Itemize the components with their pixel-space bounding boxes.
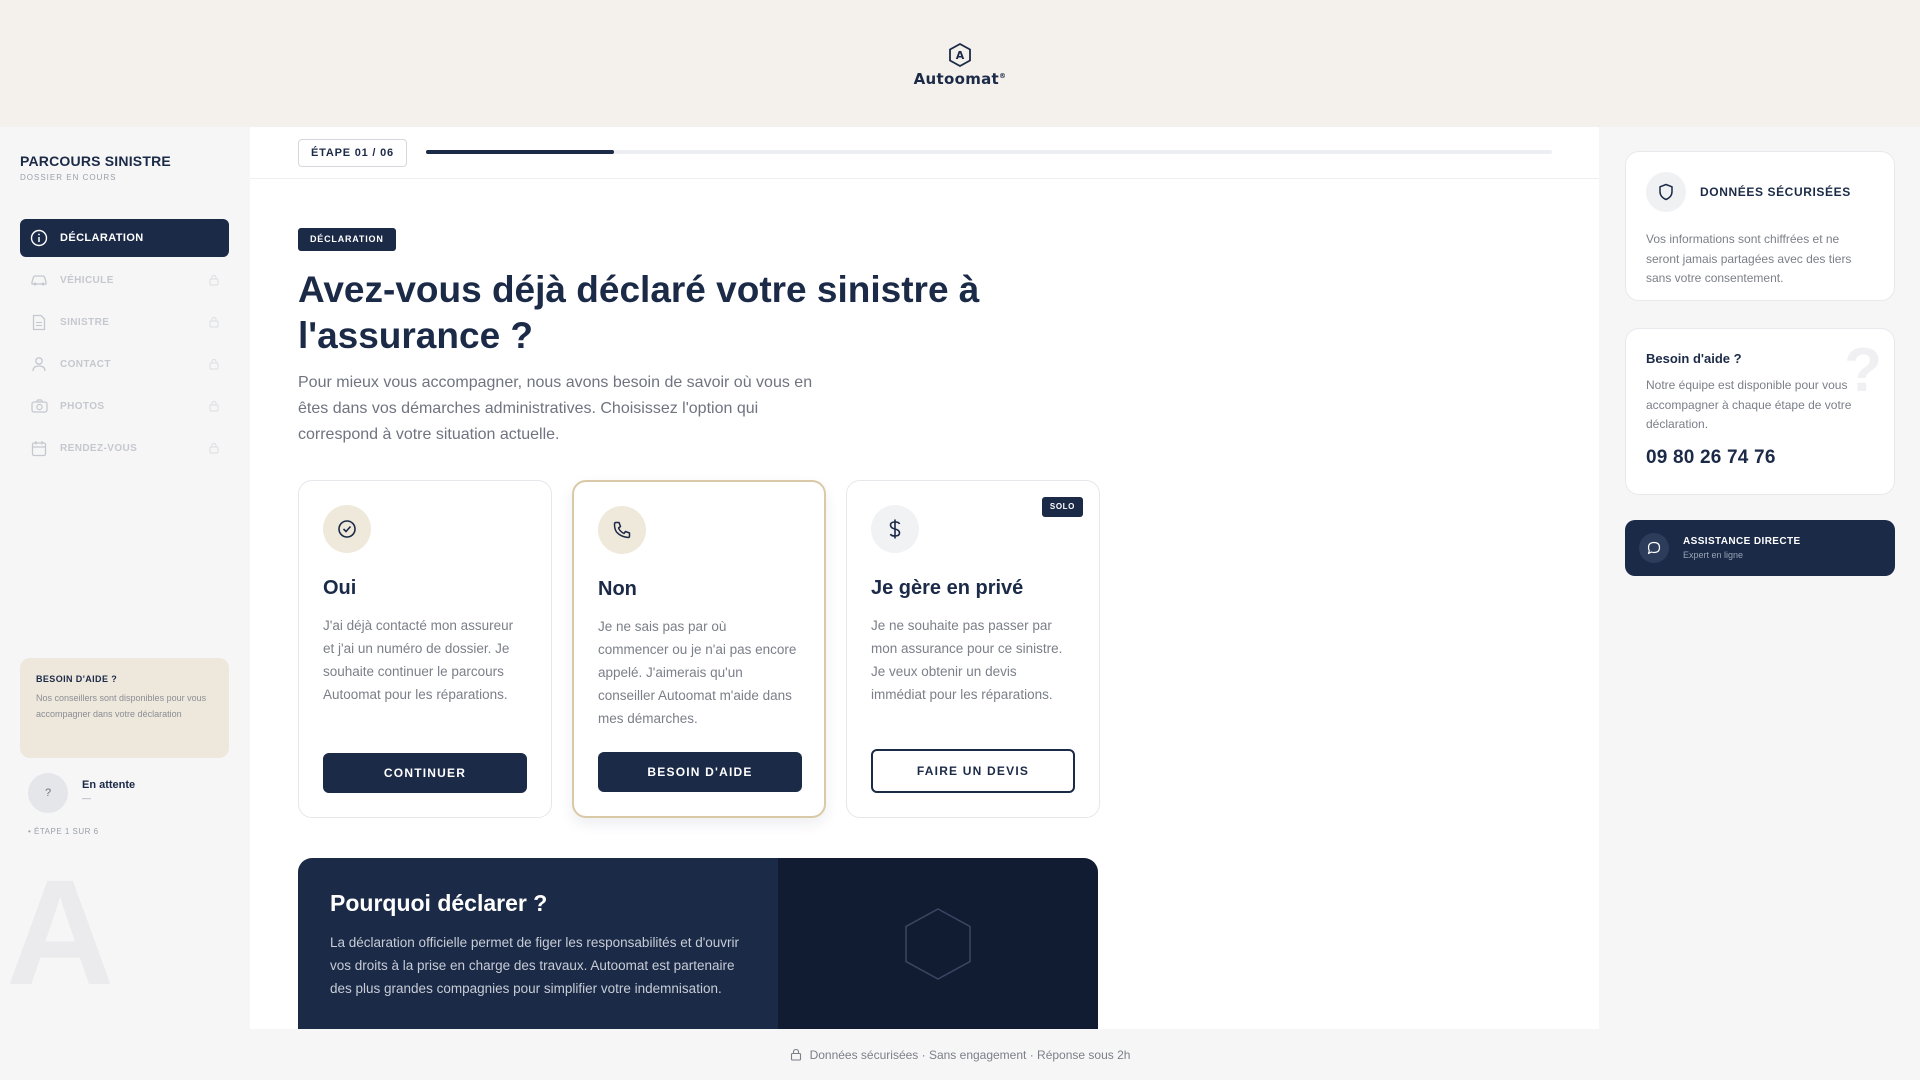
status-sub: — bbox=[82, 793, 91, 803]
nav-item-sinistre[interactable]: SINISTRE bbox=[20, 303, 229, 341]
nav-item-contact[interactable]: CONTACT bbox=[20, 345, 229, 383]
option-cards: Oui J'ai déjà contacté mon assureur et j… bbox=[298, 480, 1100, 818]
secure-title: DONNÉES SÉCURISÉES bbox=[1700, 185, 1851, 199]
step-note: • ÉTAPE 1 SUR 6 bbox=[28, 827, 99, 836]
nav-item-label: CONTACT bbox=[60, 358, 111, 370]
nav-item-label: PHOTOS bbox=[60, 400, 105, 412]
secure-text: Vos informations sont chiffrées et ne se… bbox=[1646, 232, 1852, 285]
page-intro: Pour mieux vous accompagner, nous avons … bbox=[298, 374, 813, 443]
right-panel: DONNÉES SÉCURISÉES Vos informations sont… bbox=[1599, 127, 1920, 1029]
top-header: A Autoomat® bbox=[0, 0, 1920, 127]
option-title: Oui bbox=[323, 577, 357, 599]
steps-nav: DÉCLARATION VÉHICULE SINISTRE CONTACT PH… bbox=[20, 219, 229, 471]
lock-icon bbox=[209, 442, 219, 454]
option-title: Je gère en privé bbox=[871, 577, 1024, 599]
advisor-status: ? En attente — bbox=[28, 773, 135, 813]
shield-icon bbox=[1646, 172, 1686, 212]
continue-button[interactable]: CONTINUER bbox=[323, 753, 527, 793]
watermark-letter: A bbox=[6, 848, 115, 1016]
sidebar-title: PARCOURS SINISTRE bbox=[20, 153, 171, 169]
logo-hexagon-icon: A bbox=[949, 42, 971, 67]
sidebar-subtitle: DOSSIER EN COURS bbox=[20, 173, 117, 182]
page-title: Avez-vous déjà déclaré votre sinistre à … bbox=[298, 269, 980, 356]
nav-item-declaration[interactable]: DÉCLARATION bbox=[20, 219, 229, 257]
option-text: Je ne souhaite pas passer par mon assura… bbox=[871, 618, 1063, 702]
progress-header: ÉTAPE 01 / 06 bbox=[250, 127, 1599, 179]
footer-text: Données sécurisées · Sans engagement · R… bbox=[809, 1047, 1131, 1062]
avatar: ? bbox=[28, 773, 68, 813]
user-icon bbox=[30, 355, 48, 373]
direct-assistance-button[interactable]: ASSISTANCE DIRECTE Expert en ligne bbox=[1625, 520, 1895, 576]
nav-item-photos[interactable]: PHOTOS bbox=[20, 387, 229, 425]
info-icon bbox=[30, 229, 48, 247]
progress-track bbox=[426, 150, 1552, 154]
brand-name: Autoomat® bbox=[913, 69, 1007, 88]
quote-button[interactable]: FAIRE UN DEVIS bbox=[871, 749, 1075, 793]
option-title: Non bbox=[598, 578, 637, 600]
svg-text:A: A bbox=[956, 49, 965, 62]
progress-fill bbox=[426, 150, 614, 154]
option-card-prive[interactable]: SOLO Je gère en privé Je ne souhaite pas… bbox=[846, 480, 1100, 818]
help-text: Notre équipe est disponible pour vous ac… bbox=[1646, 378, 1852, 431]
assist-sub: Expert en ligne bbox=[1683, 550, 1744, 560]
section-tag: DÉCLARATION bbox=[298, 228, 396, 251]
nav-item-label: SINISTRE bbox=[60, 316, 110, 328]
assist-title: ASSISTANCE DIRECTE bbox=[1683, 536, 1801, 547]
lock-icon bbox=[790, 1048, 801, 1061]
solo-badge: SOLO bbox=[1041, 497, 1083, 517]
left-sidebar: PARCOURS SINISTRE DOSSIER EN COURS DÉCLA… bbox=[0, 127, 250, 1029]
main-content: ÉTAPE 01 / 06 DÉCLARATION Avez-vous déjà… bbox=[250, 127, 1599, 1029]
option-text: Je ne sais pas par où commencer ou je n'… bbox=[598, 619, 797, 726]
need-help-button[interactable]: BESOIN D'AIDE bbox=[598, 752, 802, 792]
nav-item-label: RENDEZ-VOUS bbox=[60, 442, 138, 454]
help-box-text: Nos conseillers sont disponibles pour vo… bbox=[36, 693, 207, 719]
nav-item-rendez-vous[interactable]: RENDEZ-VOUS bbox=[20, 429, 229, 467]
question-mark-decor: ? bbox=[1844, 336, 1882, 405]
dollar-icon bbox=[871, 505, 919, 553]
camera-icon bbox=[30, 397, 48, 415]
nav-item-vehicule[interactable]: VÉHICULE bbox=[20, 261, 229, 299]
lock-icon bbox=[209, 316, 219, 328]
status-name: En attente bbox=[82, 779, 136, 791]
lock-icon bbox=[209, 400, 219, 412]
lock-icon bbox=[209, 358, 219, 370]
phone-icon bbox=[598, 506, 646, 554]
why-declare-panel: Pourquoi déclarer ? La déclaration offic… bbox=[298, 858, 1098, 1029]
hexagon-decor-icon bbox=[905, 907, 971, 980]
option-card-oui[interactable]: Oui J'ai déjà contacté mon assureur et j… bbox=[298, 480, 552, 818]
option-card-non[interactable]: Non Je ne sais pas par où commencer ou j… bbox=[572, 480, 826, 818]
chat-bubble-icon bbox=[1639, 533, 1669, 563]
secure-data-card: DONNÉES SÉCURISÉES Vos informations sont… bbox=[1625, 151, 1895, 301]
option-text: J'ai déjà contacté mon assureur et j'ai … bbox=[323, 618, 514, 702]
why-title: Pourquoi déclarer ? bbox=[330, 890, 548, 916]
help-card: ? Besoin d'aide ? Notre équipe est dispo… bbox=[1625, 328, 1895, 495]
document-icon bbox=[30, 313, 48, 331]
phone-number-link[interactable]: 09 80 26 74 76 bbox=[1646, 447, 1874, 469]
car-icon bbox=[30, 271, 48, 289]
check-circle-icon bbox=[323, 505, 371, 553]
footer-bar: Données sécurisées · Sans engagement · R… bbox=[0, 1029, 1920, 1080]
help-box-title: BESOIN D'AIDE ? bbox=[36, 674, 118, 684]
why-text: La déclaration officielle permet de fige… bbox=[330, 935, 740, 996]
brand-logo[interactable]: A Autoomat® bbox=[914, 42, 1007, 88]
sidebar-help-box[interactable]: BESOIN D'AIDE ? Nos conseillers sont dis… bbox=[20, 658, 229, 758]
help-title: Besoin d'aide ? bbox=[1646, 351, 1742, 366]
lock-icon bbox=[209, 274, 219, 286]
nav-item-label: DÉCLARATION bbox=[60, 232, 144, 244]
step-counter: ÉTAPE 01 / 06 bbox=[298, 139, 407, 167]
nav-item-label: VÉHICULE bbox=[60, 274, 114, 286]
calendar-icon bbox=[30, 439, 48, 457]
